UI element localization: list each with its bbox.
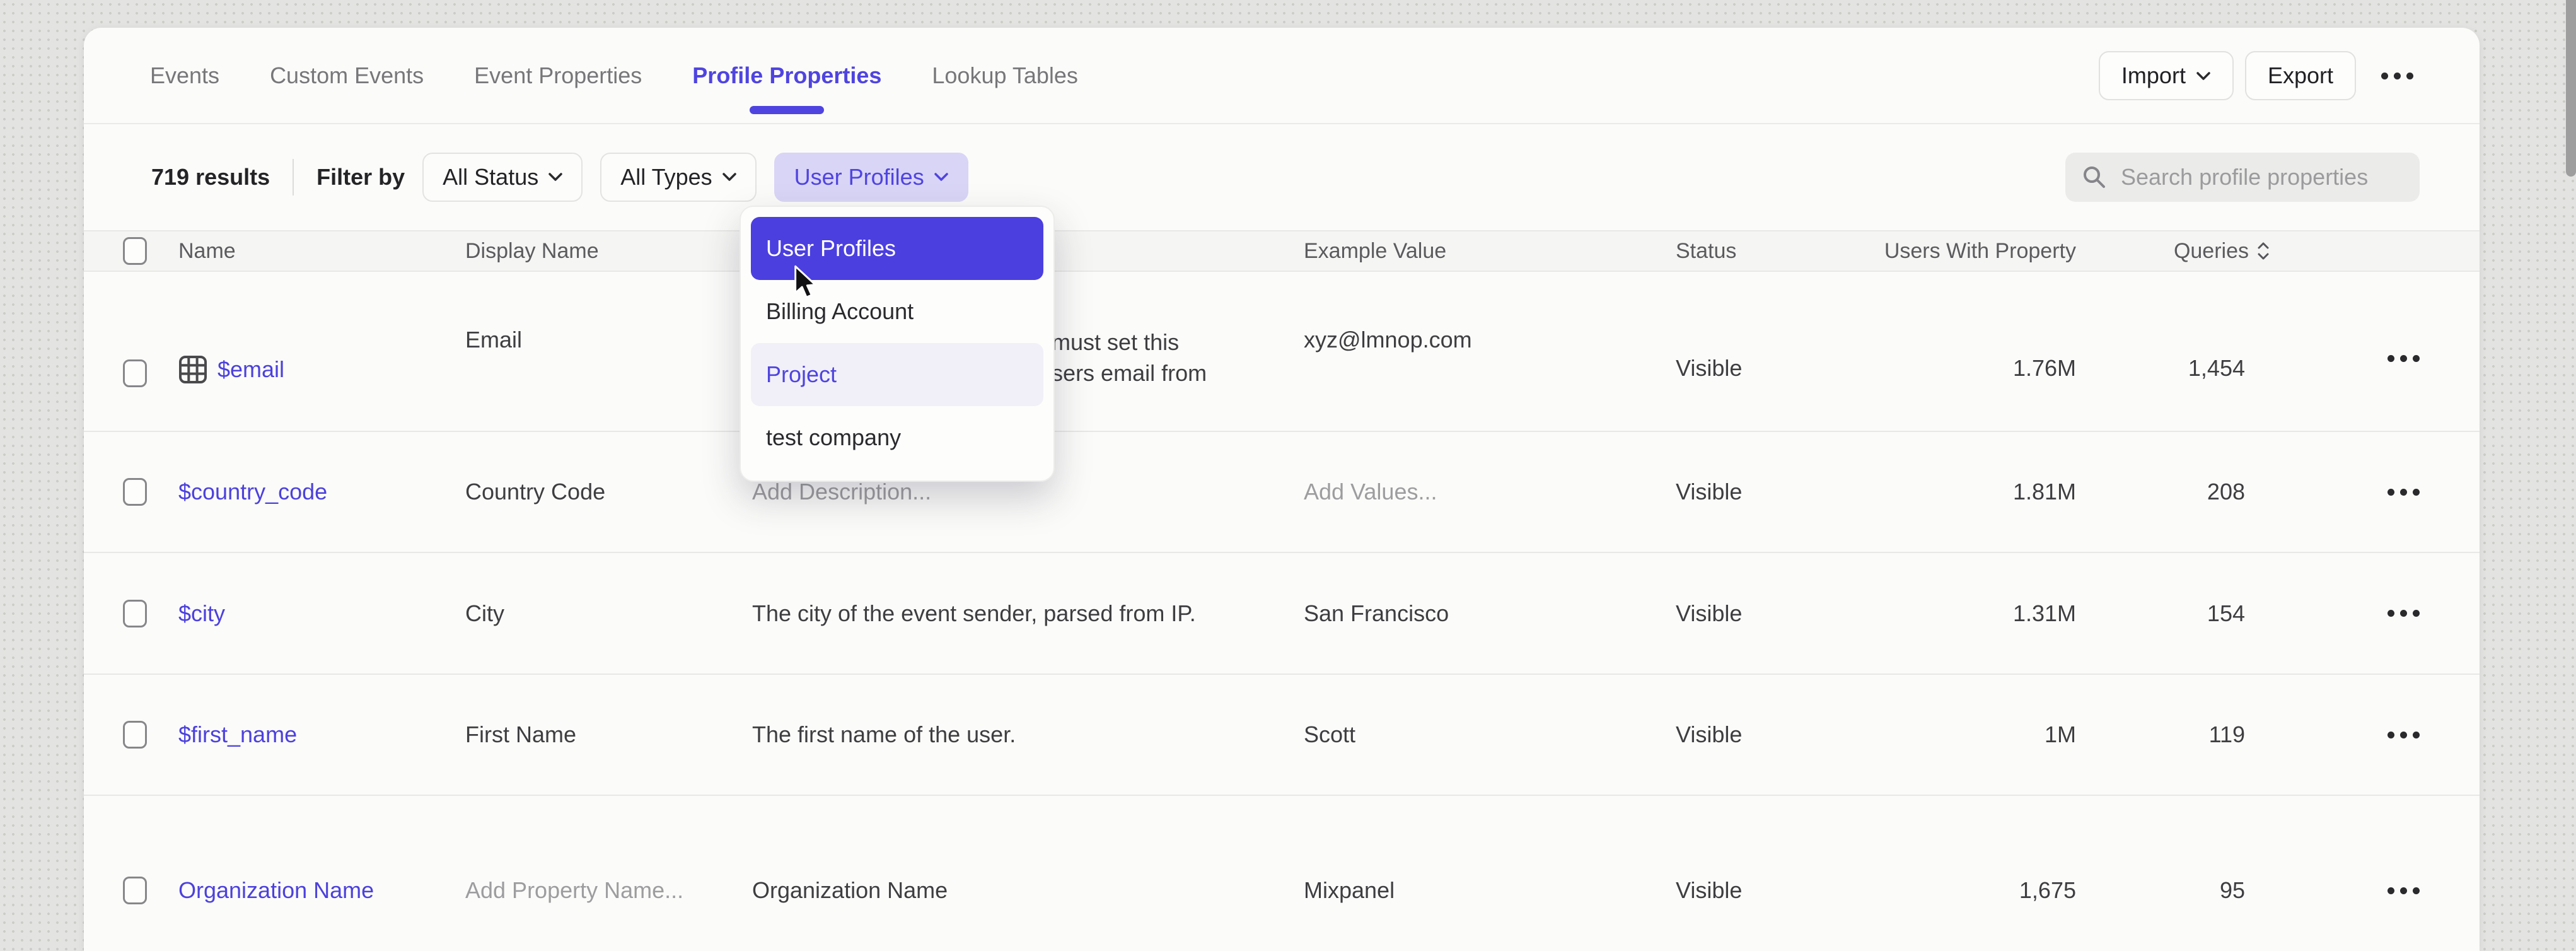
tab-event-properties[interactable]: Event Properties	[474, 28, 642, 123]
display-name-cell[interactable]: Country Code	[465, 479, 752, 505]
row-checkbox[interactable]	[123, 877, 147, 904]
row-checkbox[interactable]	[123, 600, 147, 627]
toolbar: Import Export	[2099, 50, 2418, 101]
scrollbar-thumb[interactable]	[2566, 0, 2576, 177]
status-filter-label: All Status	[443, 164, 538, 190]
header-example-value: Example Value	[1304, 239, 1676, 264]
users-with-property-cell: 1M	[1884, 721, 2076, 748]
table-row: $email Email ou must set this d users em…	[84, 272, 2480, 432]
search-icon	[2082, 165, 2107, 190]
display-name-cell[interactable]: Email	[465, 272, 752, 353]
users-with-property-cell: 1.76M	[1884, 272, 2076, 382]
row-actions-button[interactable]	[2387, 610, 2420, 617]
users-with-property-cell: 1,675	[1884, 877, 2076, 904]
header-users-with-property: Users With Property	[1884, 239, 2076, 264]
header-status: Status	[1676, 239, 1884, 264]
queries-cell: 154	[2076, 600, 2270, 627]
queries-cell: 208	[2076, 479, 2270, 505]
status-cell[interactable]: Visible	[1676, 272, 1884, 382]
row-checkbox[interactable]	[123, 478, 147, 506]
entity-filter-menu: User Profiles Billing Account Project te…	[740, 206, 1055, 482]
description-cell[interactable]: The first name of the user.	[752, 721, 1304, 748]
display-name-cell[interactable]: First Name	[465, 721, 752, 748]
status-cell[interactable]: Visible	[1676, 479, 1884, 505]
description-line: d users email from	[1020, 358, 1304, 388]
row-actions-button[interactable]	[2387, 489, 2420, 496]
select-all-checkbox[interactable]	[123, 237, 147, 265]
example-value-cell[interactable]: xyz@lmnop.com	[1304, 272, 1676, 353]
table-row: $city City The city of the event sender,…	[84, 553, 2480, 675]
divider	[293, 159, 294, 195]
table-row: Organization Name Add Property Name... O…	[84, 796, 2480, 951]
row-checkbox[interactable]	[123, 359, 147, 387]
property-name-link[interactable]: Organization Name	[178, 877, 374, 904]
table-row: $first_name First Name The first name of…	[84, 675, 2480, 796]
header-display-name: Display Name	[465, 239, 752, 264]
chevron-down-icon	[934, 173, 948, 182]
row-checkbox[interactable]	[123, 721, 147, 749]
property-name-link[interactable]: $first_name	[178, 721, 297, 748]
table-grid-icon	[178, 355, 207, 384]
select-all-cell	[84, 237, 178, 265]
example-value-cell[interactable]: San Francisco	[1304, 600, 1676, 627]
sort-icon[interactable]	[2256, 242, 2270, 260]
search-box[interactable]	[2065, 153, 2420, 202]
mouse-cursor	[793, 265, 818, 303]
queries-cell: 1,454	[2076, 272, 2270, 382]
search-input[interactable]	[2120, 163, 2403, 191]
filter-bar: 719 results Filter by All Status All Typ…	[84, 124, 2480, 230]
entity-filter-label: User Profiles	[794, 164, 924, 190]
table-header-row: Name Display Name Example Value Status U…	[84, 230, 2480, 272]
chevron-down-icon	[2196, 71, 2211, 81]
row-actions-button[interactable]	[2387, 732, 2420, 738]
import-button[interactable]: Import	[2099, 51, 2234, 100]
import-button-label: Import	[2121, 62, 2186, 89]
export-button[interactable]: Export	[2245, 51, 2356, 100]
status-cell[interactable]: Visible	[1676, 600, 1884, 627]
tab-events[interactable]: Events	[150, 28, 219, 123]
queries-cell: 119	[2076, 721, 2270, 748]
menu-item-test-company[interactable]: test company	[751, 406, 1043, 469]
chevron-down-icon	[722, 173, 736, 182]
users-with-property-cell: 1.81M	[1884, 479, 2076, 505]
results-count: 719 results	[151, 164, 270, 190]
property-name-link[interactable]: $country_code	[178, 479, 327, 505]
type-filter-label: All Types	[620, 164, 712, 190]
description-line: ou must set this	[1020, 327, 1304, 358]
description-cell[interactable]: Add Description...	[752, 479, 1304, 505]
queries-cell: 95	[2076, 877, 2270, 904]
status-filter-dropdown[interactable]: All Status	[422, 153, 583, 202]
filter-by-label: Filter by	[316, 164, 405, 190]
tab-profile-properties[interactable]: Profile Properties	[692, 28, 881, 123]
status-cell[interactable]: Visible	[1676, 721, 1884, 748]
property-name-link[interactable]: $email	[218, 356, 284, 383]
row-actions-button[interactable]	[2387, 355, 2420, 362]
table-row: $country_code Country Code Add Descripti…	[84, 432, 2480, 553]
menu-item-project[interactable]: Project	[751, 343, 1043, 406]
type-filter-dropdown[interactable]: All Types	[600, 153, 756, 202]
example-value-cell[interactable]: Scott	[1304, 721, 1676, 748]
tab-lookup-tables[interactable]: Lookup Tables	[932, 28, 1078, 123]
header-queries[interactable]: Queries	[2076, 239, 2270, 264]
tab-custom-events[interactable]: Custom Events	[270, 28, 424, 123]
chevron-down-icon	[548, 173, 562, 182]
property-name-link[interactable]: $city	[178, 600, 225, 627]
header-queries-label: Queries	[2174, 239, 2249, 264]
more-options-button[interactable]	[2376, 73, 2418, 79]
row-actions-button[interactable]	[2387, 887, 2420, 894]
entity-filter-dropdown[interactable]: User Profiles	[774, 153, 968, 202]
display-name-cell[interactable]: City	[465, 600, 752, 627]
lexicon-panel: Events Custom Events Event Properties Pr…	[84, 28, 2480, 951]
example-value-cell[interactable]: Mixpanel	[1304, 877, 1676, 904]
users-with-property-cell: 1.31M	[1884, 600, 2076, 627]
header-name: Name	[178, 239, 465, 264]
display-name-cell[interactable]: Add Property Name...	[465, 877, 752, 904]
description-cell[interactable]: Organization Name	[752, 877, 1304, 904]
status-cell[interactable]: Visible	[1676, 877, 1884, 904]
export-button-label: Export	[2268, 62, 2333, 89]
description-cell[interactable]: The city of the event sender, parsed fro…	[752, 600, 1304, 627]
example-value-cell[interactable]: Add Values...	[1304, 479, 1676, 505]
